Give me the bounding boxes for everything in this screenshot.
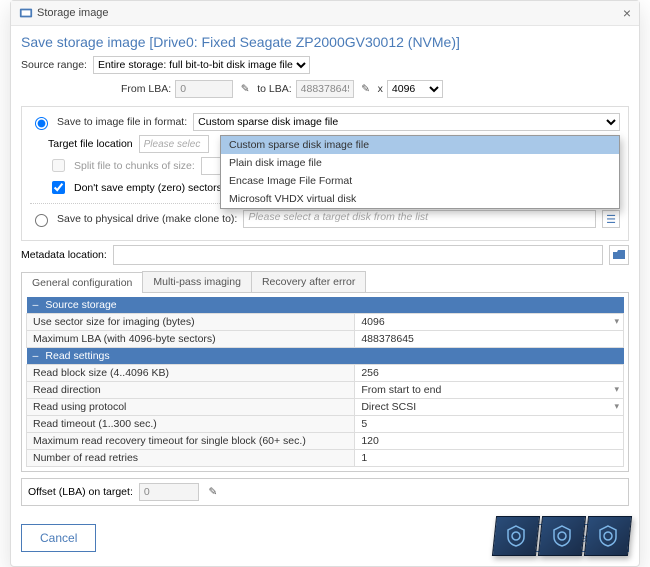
offset-input [139, 483, 199, 501]
sector-size-select[interactable]: 4096 [387, 80, 443, 98]
to-lba-label: to LBA: [257, 83, 291, 95]
to-lba-input [296, 80, 354, 98]
row-recovery-timeout-value[interactable]: 120 [355, 433, 624, 450]
section-read-settings[interactable]: – Read settings [27, 348, 624, 365]
close-icon[interactable]: × [623, 5, 631, 21]
target-location-label: Target file location [48, 138, 133, 150]
row-max-lba-label: Maximum LBA (with 4096-byte sectors) [27, 331, 355, 348]
split-file-checkbox [52, 159, 65, 172]
row-direction-label: Read direction [27, 382, 355, 399]
x-label: x [378, 83, 383, 95]
row-block-size-label: Read block size (4..4096 KB) [27, 365, 355, 382]
save-to-image-label: Save to image file in format: [57, 116, 187, 128]
save-to-physical-label: Save to physical drive (make clone to): [57, 213, 237, 225]
save-to-physical-radio[interactable] [35, 214, 48, 227]
target-location-input[interactable] [139, 135, 209, 153]
skip-zero-label: Don't save empty (zero) sectors [74, 182, 222, 194]
metadata-location-input[interactable] [113, 245, 603, 265]
metadata-location-label: Metadata location: [21, 249, 107, 261]
skip-zero-checkbox[interactable] [52, 181, 65, 194]
row-protocol-label: Read using protocol [27, 399, 355, 416]
tab-general[interactable]: General configuration [21, 272, 143, 293]
row-block-size-value[interactable]: 256 [355, 365, 624, 382]
save-to-image-radio[interactable] [35, 117, 48, 130]
row-max-lba-value[interactable]: 488378645 [355, 331, 624, 348]
row-protocol-value[interactable]: Direct SCSI [355, 399, 624, 416]
image-format-dropdown: Custom sparse disk image file Plain disk… [220, 135, 620, 209]
row-sector-size-value[interactable]: 4096 [355, 314, 624, 331]
format-option-custom-sparse[interactable]: Custom sparse disk image file [221, 136, 619, 154]
image-format-select[interactable]: Custom sparse disk image file [193, 113, 620, 131]
app-icon-1[interactable] [492, 516, 540, 556]
format-option-plain[interactable]: Plain disk image file [221, 154, 619, 172]
row-retries-label: Number of read retries [27, 450, 355, 467]
row-recovery-timeout-label: Maximum read recovery timeout for single… [27, 433, 355, 450]
cancel-button[interactable]: Cancel [21, 524, 96, 552]
row-timeout-label: Read timeout (1..300 sec.) [27, 416, 355, 433]
from-lba-input [175, 80, 233, 98]
app-icon [19, 6, 33, 20]
row-sector-size-label: Use sector size for imaging (bytes) [27, 314, 355, 331]
format-option-vhdx[interactable]: Microsoft VHDX virtual disk [221, 190, 619, 208]
taskbar-icons [494, 516, 630, 556]
app-icon-3[interactable] [584, 516, 632, 556]
offset-label: Offset (LBA) on target: [28, 486, 133, 498]
edit-from-lba-icon[interactable]: ✎ [237, 81, 253, 97]
row-direction-value[interactable]: From start to end [355, 382, 624, 399]
row-retries-value[interactable]: 1 [355, 450, 624, 467]
window-title: Storage image [37, 7, 109, 19]
edit-to-lba-icon[interactable]: ✎ [358, 81, 374, 97]
tab-multipass[interactable]: Multi-pass imaging [142, 271, 252, 292]
section-source-storage[interactable]: – Source storage [27, 297, 624, 314]
page-title: Save storage image [Drive0: Fixed Seagat… [21, 34, 629, 50]
drive-list-icon[interactable]: ☰ [602, 210, 620, 228]
split-file-label: Split file to chunks of size: [74, 160, 195, 172]
from-lba-label: From LBA: [121, 83, 171, 95]
row-timeout-value[interactable]: 5 [355, 416, 624, 433]
source-range-label: Source range: [21, 59, 87, 71]
app-icon-2[interactable] [538, 516, 586, 556]
edit-offset-icon[interactable]: ✎ [205, 484, 221, 500]
source-range-select[interactable]: Entire storage: full bit-to-bit disk ima… [93, 56, 310, 74]
format-option-encase[interactable]: Encase Image File Format [221, 172, 619, 190]
tab-recovery[interactable]: Recovery after error [251, 271, 366, 292]
browse-metadata-icon[interactable] [609, 245, 629, 265]
physical-drive-select[interactable]: Please select a target disk from the lis… [243, 210, 596, 228]
